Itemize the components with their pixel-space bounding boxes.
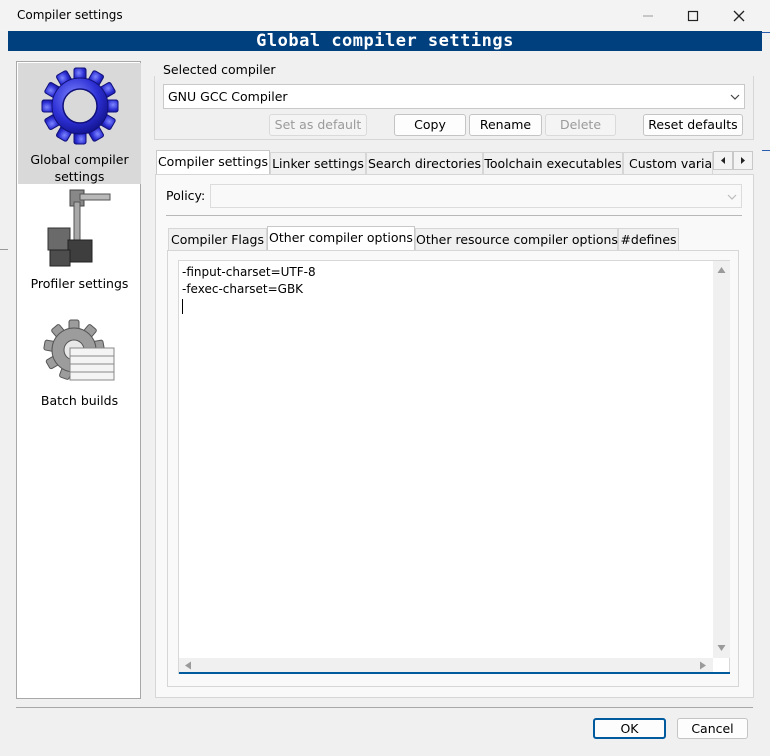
scroll-down-icon xyxy=(717,645,726,651)
delete-button[interactable]: Delete xyxy=(545,114,616,136)
cancel-button[interactable]: Cancel xyxy=(677,718,748,739)
selected-compiler-label: Selected compiler xyxy=(163,62,276,77)
tab-compiler-flags[interactable]: Compiler Flags xyxy=(168,228,267,250)
compiler-options-editor[interactable]: -finput-charset=UTF-8 -fexec-charset=GBK xyxy=(178,260,730,674)
batch-gear-icon xyxy=(42,319,114,381)
rename-button[interactable]: Rename xyxy=(469,114,542,136)
tab-search-directories[interactable]: Search directories xyxy=(366,152,483,174)
tab-defines[interactable]: #defines xyxy=(618,228,679,250)
tab-other-resource-compiler-options[interactable]: Other resource compiler options xyxy=(415,228,618,250)
text-cursor xyxy=(182,299,183,314)
caliper-icon xyxy=(47,189,110,267)
maximize-icon xyxy=(687,10,699,21)
policy-label: Policy: xyxy=(166,188,206,203)
tab-other-compiler-options[interactable]: Other compiler options xyxy=(267,226,415,250)
category-label: Profiler settings xyxy=(30,276,129,291)
triangle-left-icon xyxy=(721,157,725,164)
compiler-select[interactable]: GNU GCC Compiler xyxy=(163,84,745,109)
tab-custom-variables[interactable]: Custom variab xyxy=(623,152,713,174)
compiler-select-value: GNU GCC Compiler xyxy=(168,89,288,104)
vertical-scrollbar[interactable] xyxy=(713,261,730,658)
policy-separator xyxy=(166,215,742,216)
background-window-edge-line xyxy=(0,249,8,250)
tab-linker-settings[interactable]: Linker settings xyxy=(270,152,366,174)
category-label: Global compiler settings xyxy=(30,152,129,184)
set-as-default-button[interactable]: Set as default xyxy=(269,114,367,136)
tab-toolchain-executables[interactable]: Toolchain executables xyxy=(483,152,623,174)
policy-select[interactable] xyxy=(210,184,742,208)
chevron-down-icon xyxy=(730,94,740,100)
category-profiler-settings[interactable]: Profiler settings xyxy=(18,188,141,291)
scroll-up-icon xyxy=(717,267,726,273)
editor-focus-underline xyxy=(179,672,730,674)
close-icon xyxy=(733,10,745,21)
copy-button[interactable]: Copy xyxy=(394,114,466,136)
tab-scroll-left-button[interactable] xyxy=(713,151,733,170)
horizontal-scrollbar[interactable] xyxy=(179,658,713,672)
scroll-left-icon xyxy=(185,661,191,670)
category-global-compiler-settings[interactable]: Global compiler settings xyxy=(18,63,141,184)
minimize-icon xyxy=(643,15,653,16)
minimize-button[interactable] xyxy=(625,0,671,31)
tab-compiler-settings[interactable]: Compiler settings xyxy=(156,150,270,174)
footer-separator xyxy=(16,707,753,708)
category-list: Global compiler settings Profiler settin… xyxy=(16,61,141,699)
scroll-right-icon xyxy=(700,661,706,670)
maximize-button[interactable] xyxy=(670,0,716,31)
close-button[interactable] xyxy=(716,0,762,31)
category-label: Batch builds xyxy=(40,393,119,408)
tab-scroll-right-button[interactable] xyxy=(733,151,753,170)
background-window-edge xyxy=(762,22,770,152)
window-title: Compiler settings xyxy=(17,8,123,22)
reset-defaults-button[interactable]: Reset defaults xyxy=(643,114,743,136)
category-batch-builds[interactable]: Batch builds xyxy=(18,318,141,418)
ok-button[interactable]: OK xyxy=(593,718,666,739)
editor-line: -finput-charset=UTF-8 xyxy=(182,265,316,279)
triangle-right-icon xyxy=(741,157,745,164)
editor-line: -fexec-charset=GBK xyxy=(182,282,304,296)
gear-icon xyxy=(41,67,118,145)
settings-banner: Global compiler settings xyxy=(8,31,762,51)
chevron-down-icon xyxy=(727,194,737,200)
